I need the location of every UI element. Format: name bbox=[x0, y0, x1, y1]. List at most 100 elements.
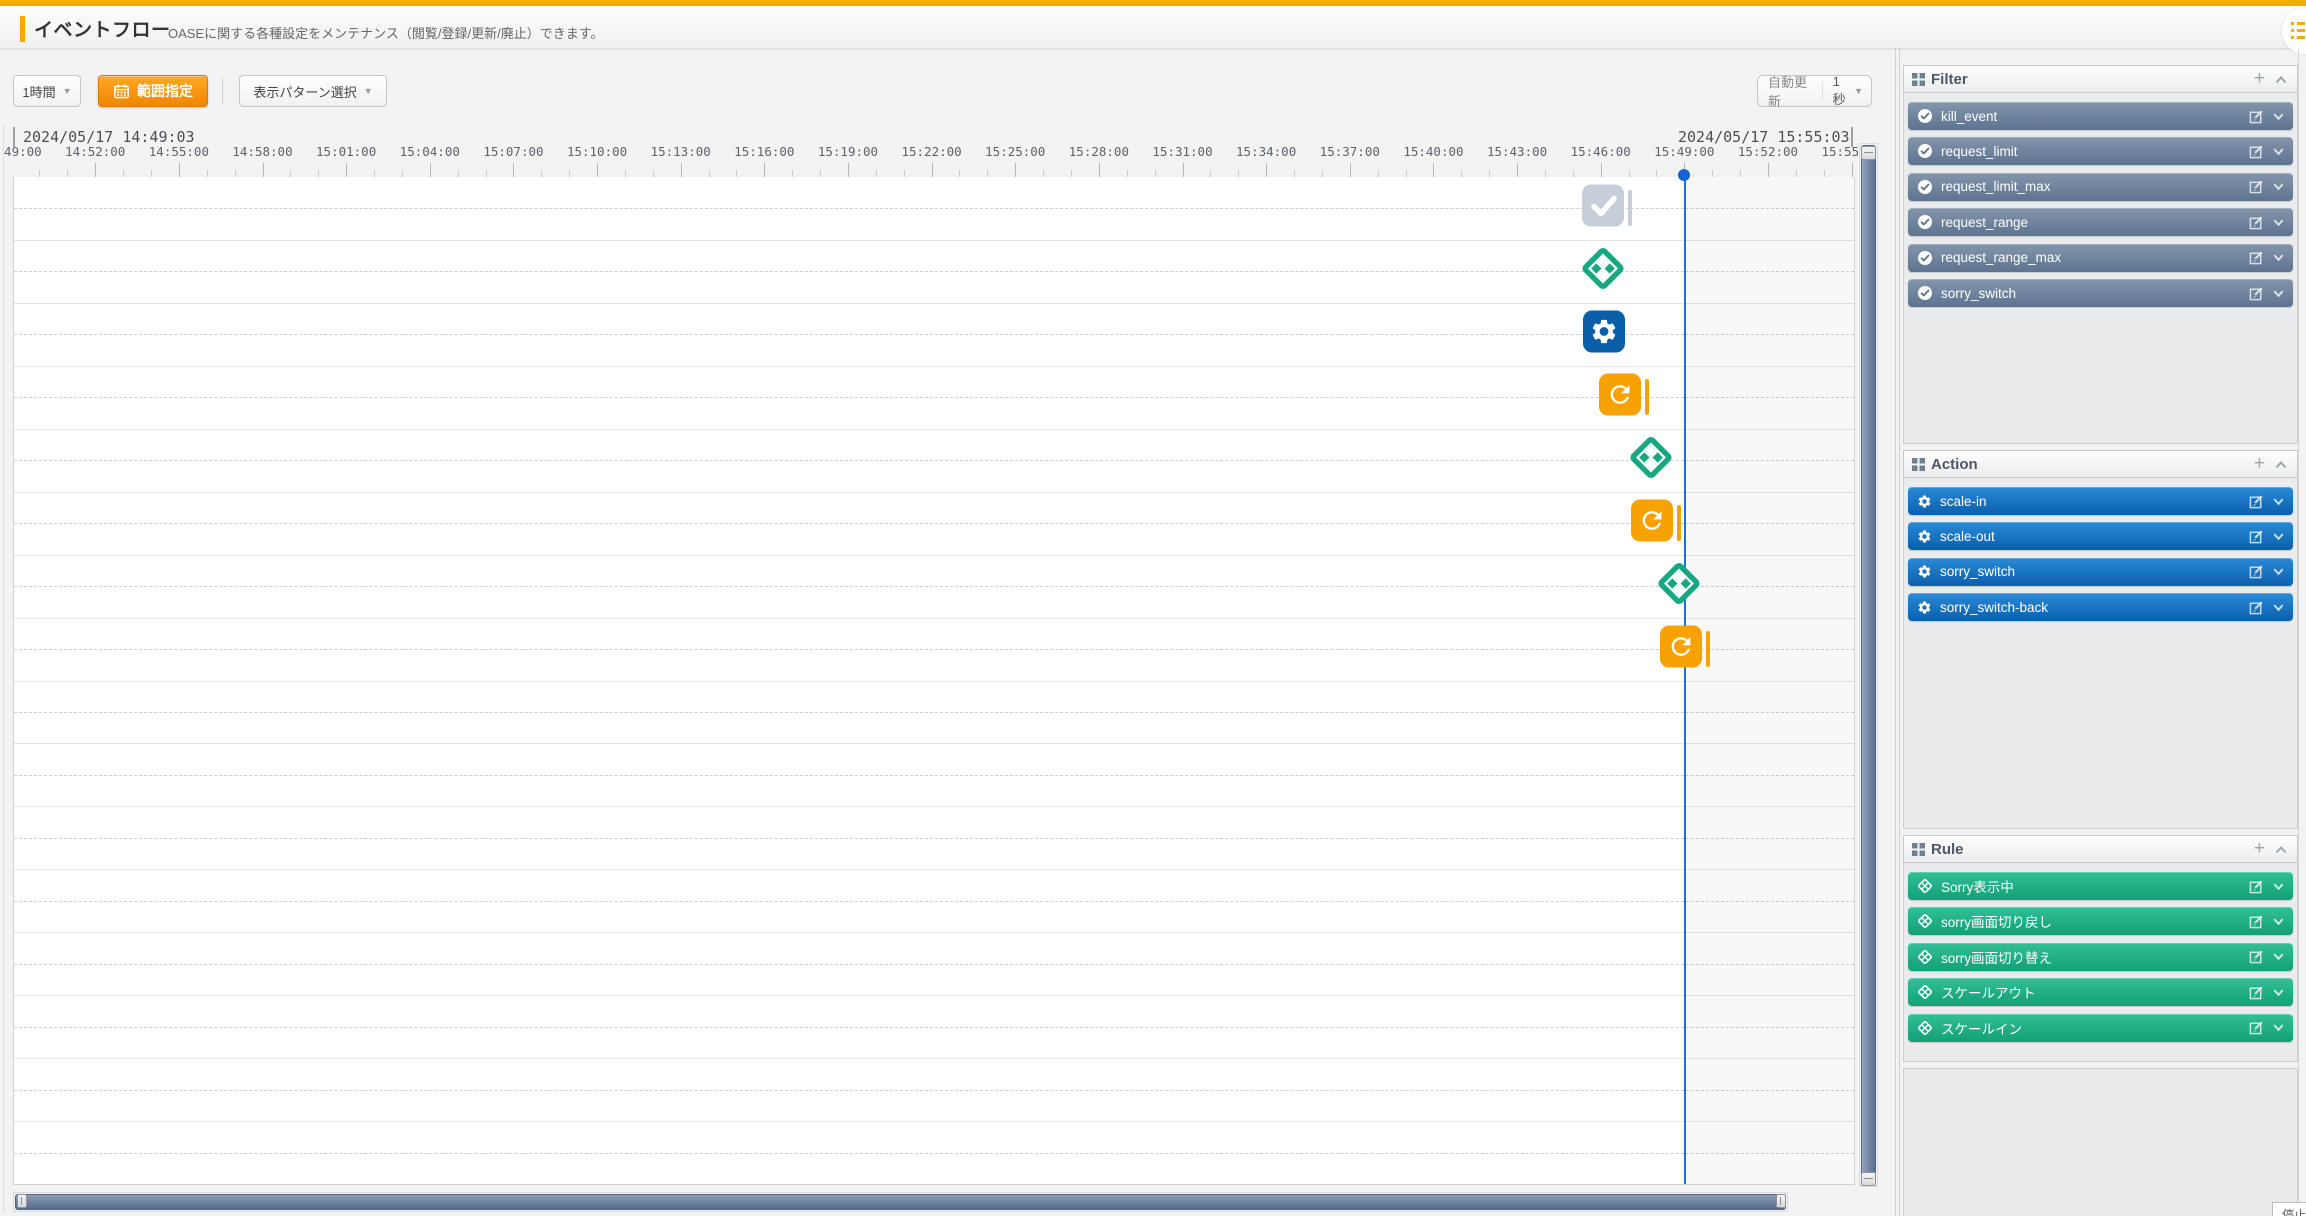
item-label: request_limit_max bbox=[1941, 179, 2051, 194]
edit-icon[interactable] bbox=[2249, 529, 2264, 544]
time-tick-label: 15:31:00 bbox=[1152, 144, 1212, 159]
chart-row bbox=[14, 681, 1854, 745]
horizontal-scrollbar[interactable] bbox=[13, 1192, 1788, 1212]
add-icon[interactable]: + bbox=[2254, 838, 2265, 860]
chevron-down-icon[interactable] bbox=[2272, 915, 2285, 928]
edit-icon[interactable] bbox=[2249, 949, 2264, 964]
chevron-down-icon[interactable] bbox=[2272, 180, 2285, 193]
action-item[interactable]: sorry_switch bbox=[1908, 558, 2293, 586]
chevron-down-icon: ▼ bbox=[63, 86, 72, 96]
vertical-scroll-grip-top[interactable] bbox=[1861, 146, 1876, 160]
action-status-refresh-icon bbox=[1659, 625, 1703, 669]
action-status-refresh-icon bbox=[1630, 499, 1674, 543]
chevron-down-icon[interactable] bbox=[2272, 145, 2285, 158]
stop-button[interactable]: 停止 bbox=[2272, 1202, 2306, 1216]
filter-item[interactable]: request_limit bbox=[1908, 137, 2293, 165]
vertical-scrollbar[interactable] bbox=[1859, 143, 1878, 1187]
edit-icon[interactable] bbox=[2249, 600, 2264, 615]
rule-item[interactable]: sorry画面切り戻し bbox=[1908, 907, 2293, 935]
chevron-down-icon[interactable] bbox=[2272, 251, 2285, 264]
chevron-down-icon[interactable] bbox=[2272, 495, 2285, 508]
rule-item[interactable]: Sorry表示中 bbox=[1908, 872, 2293, 900]
event-node-rule[interactable] bbox=[1652, 557, 1706, 616]
event-end-marker bbox=[1677, 505, 1681, 541]
filter-item[interactable]: sorry_switch bbox=[1908, 279, 2293, 307]
tick-mark bbox=[1796, 170, 1797, 177]
time-tick-label: 15:37:00 bbox=[1320, 144, 1380, 159]
edit-icon[interactable] bbox=[2249, 144, 2264, 159]
rule-item[interactable]: スケールアウト bbox=[1908, 978, 2293, 1006]
rule-item[interactable]: sorry画面切り替え bbox=[1908, 943, 2293, 971]
panel-header-filter[interactable]: Filter + bbox=[1903, 65, 2298, 93]
chevron-down-icon[interactable] bbox=[2272, 1021, 2285, 1034]
action-item[interactable]: sorry_switch-back bbox=[1908, 593, 2293, 621]
filter-item[interactable]: kill_event bbox=[1908, 102, 2293, 130]
header-menu-button[interactable] bbox=[2282, 8, 2306, 54]
collapse-icon[interactable] bbox=[2274, 843, 2288, 857]
rule-item[interactable]: スケールイン bbox=[1908, 1014, 2293, 1042]
edit-icon[interactable] bbox=[2249, 879, 2264, 894]
diamond-icon bbox=[1917, 878, 1933, 894]
event-node-check[interactable] bbox=[1581, 184, 1625, 233]
edit-icon[interactable] bbox=[2249, 1020, 2264, 1035]
vertical-scroll-grip-bottom[interactable] bbox=[1861, 1172, 1876, 1186]
display-pattern-select[interactable]: 表示パターン選択 ▼ bbox=[239, 75, 387, 107]
filter-item[interactable]: request_range_max bbox=[1908, 244, 2293, 272]
chevron-down-icon[interactable] bbox=[2272, 986, 2285, 999]
edit-icon[interactable] bbox=[2249, 914, 2264, 929]
add-icon[interactable]: + bbox=[2254, 453, 2265, 475]
action-item[interactable]: scale-out bbox=[1908, 522, 2293, 550]
action-item[interactable]: scale-in bbox=[1908, 487, 2293, 515]
chevron-down-icon[interactable] bbox=[2272, 950, 2285, 963]
event-node-rule[interactable] bbox=[1624, 431, 1678, 490]
edit-icon[interactable] bbox=[2249, 215, 2264, 230]
filter-item[interactable]: request_limit_max bbox=[1908, 173, 2293, 201]
panel-header-action[interactable]: Action + bbox=[1903, 450, 2298, 478]
collapse-icon[interactable] bbox=[2274, 73, 2288, 87]
chevron-down-icon[interactable] bbox=[2272, 216, 2285, 229]
edit-icon[interactable] bbox=[2249, 109, 2264, 124]
tick-mark bbox=[1015, 163, 1016, 177]
horizontal-scrollbar-thumb[interactable] bbox=[15, 1194, 1786, 1210]
chevron-down-icon[interactable] bbox=[2272, 880, 2285, 893]
edit-icon[interactable] bbox=[2249, 250, 2264, 265]
tick-mark bbox=[179, 163, 180, 177]
vertical-scrollbar-thumb[interactable] bbox=[1861, 145, 1876, 1185]
chevron-down-icon[interactable] bbox=[2272, 565, 2285, 578]
range-select-button[interactable]: 範囲指定 bbox=[98, 75, 208, 107]
tick-mark bbox=[932, 163, 933, 177]
item-label: sorry画面切り戻し bbox=[1941, 911, 2052, 931]
rule-diamond-icon bbox=[1624, 431, 1678, 485]
collapse-icon[interactable] bbox=[2274, 458, 2288, 472]
time-span-select[interactable]: 1時間 ▼ bbox=[13, 75, 81, 107]
add-icon[interactable]: + bbox=[2254, 68, 2265, 90]
chevron-down-icon[interactable] bbox=[2272, 530, 2285, 543]
edit-icon[interactable] bbox=[2249, 179, 2264, 194]
filter-item[interactable]: request_range bbox=[1908, 208, 2293, 236]
time-axis-ruler[interactable] bbox=[13, 160, 1853, 178]
event-node-action[interactable] bbox=[1582, 310, 1626, 359]
event-flow-chart[interactable] bbox=[13, 177, 1855, 1185]
event-node-retry[interactable] bbox=[1598, 373, 1642, 422]
horizontal-scroll-grip-left[interactable] bbox=[17, 1194, 27, 1208]
chevron-down-icon[interactable] bbox=[2272, 110, 2285, 123]
panel-header-rule[interactable]: Rule + bbox=[1903, 835, 2298, 863]
edit-icon[interactable] bbox=[2249, 286, 2264, 301]
tick-mark bbox=[541, 170, 542, 177]
chevron-down-icon[interactable] bbox=[2272, 287, 2285, 300]
auto-update-interval[interactable]: 1秒 ▼ bbox=[1823, 74, 1871, 108]
auto-update-control[interactable]: 自動更新 1秒 ▼ bbox=[1757, 75, 1872, 107]
event-node-retry[interactable] bbox=[1630, 499, 1674, 548]
edit-icon[interactable] bbox=[2249, 564, 2264, 579]
gear-icon bbox=[1917, 529, 1932, 544]
chevron-down-icon[interactable] bbox=[2272, 601, 2285, 614]
chart-row bbox=[14, 1121, 1854, 1185]
horizontal-scroll-grip-right[interactable] bbox=[1776, 1194, 1786, 1208]
item-label: sorry_switch bbox=[1941, 286, 2016, 301]
event-node-retry[interactable] bbox=[1659, 625, 1703, 674]
page-header: イベントフロー OASEに関する各種設定をメンテナンス（閲覧/登録/更新/廃止）… bbox=[0, 6, 2306, 49]
edit-icon[interactable] bbox=[2249, 494, 2264, 509]
chart-row bbox=[14, 869, 1854, 933]
edit-icon[interactable] bbox=[2249, 985, 2264, 1000]
event-node-rule[interactable] bbox=[1576, 242, 1630, 301]
